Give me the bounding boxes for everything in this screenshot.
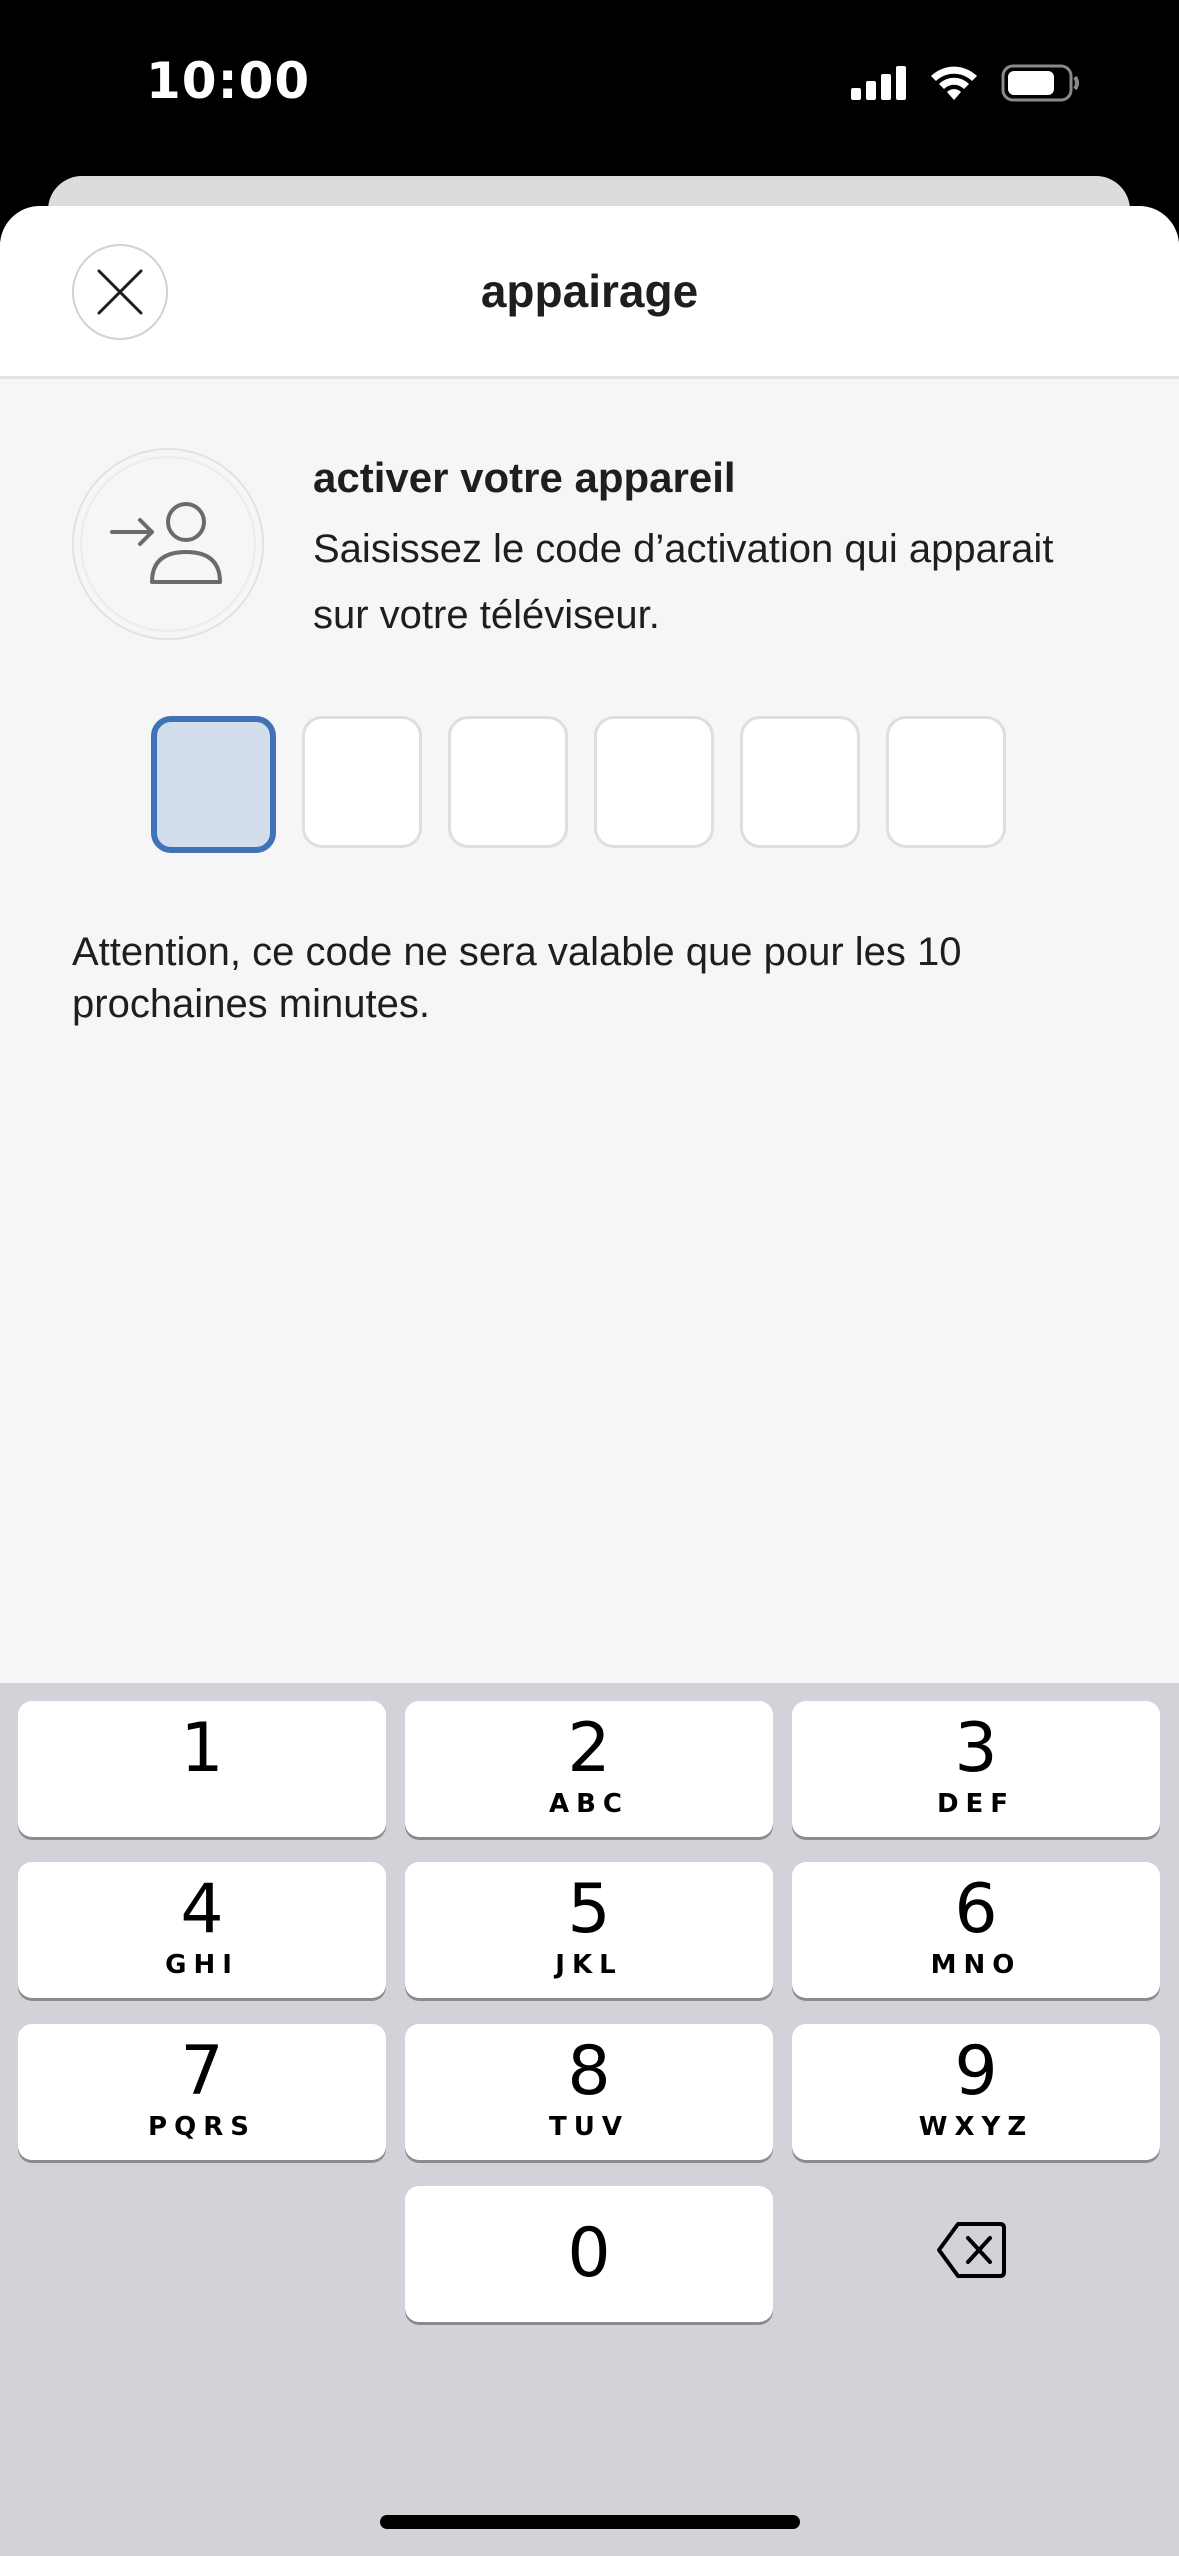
key-3[interactable]: 3 DEF	[792, 1701, 1160, 1837]
code-validity-warning: Attention, ce code ne sera valable que p…	[72, 930, 962, 1026]
key-5[interactable]: 5 JKL	[405, 1862, 773, 1998]
key-9[interactable]: 9 WXYZ	[792, 2024, 1160, 2160]
key-4[interactable]: 4 GHI	[18, 1862, 386, 1998]
code-digit-5[interactable]	[740, 716, 860, 848]
code-input-row	[151, 716, 1006, 853]
key-0[interactable]: 0	[405, 2186, 773, 2322]
key-6[interactable]: 6 MNO	[792, 1862, 1160, 1998]
backspace-icon	[937, 2222, 1006, 2278]
code-digit-4[interactable]	[594, 716, 714, 848]
key-2[interactable]: 2 ABC	[405, 1701, 773, 1837]
key-8[interactable]: 8 TUV	[405, 2024, 773, 2160]
status-time: 10:00	[146, 52, 311, 110]
person-sign-in-icon	[110, 502, 222, 584]
key-7[interactable]: 7 PQRS	[18, 2024, 386, 2160]
backspace-button[interactable]	[912, 2210, 1032, 2290]
activation-title: activer votre appareil	[313, 454, 736, 501]
cellular-signal-icon	[851, 66, 906, 100]
modal-header: appairage	[0, 206, 1179, 379]
activation-description: Saisissez le code d’activation qui appar…	[313, 527, 1054, 637]
code-digit-2[interactable]	[302, 716, 422, 848]
modal-title: appairage	[480, 265, 699, 317]
pair-icon-circle	[72, 448, 264, 640]
battery-icon	[1001, 64, 1079, 102]
status-icons	[851, 64, 1081, 102]
status-bar: 10:00	[0, 0, 1179, 175]
code-digit-6[interactable]	[886, 716, 1006, 848]
wifi-icon	[931, 66, 977, 100]
code-digit-3[interactable]	[448, 716, 568, 848]
code-digit-1[interactable]	[151, 716, 276, 853]
key-1[interactable]: 1	[18, 1701, 386, 1837]
home-indicator	[380, 2515, 800, 2529]
